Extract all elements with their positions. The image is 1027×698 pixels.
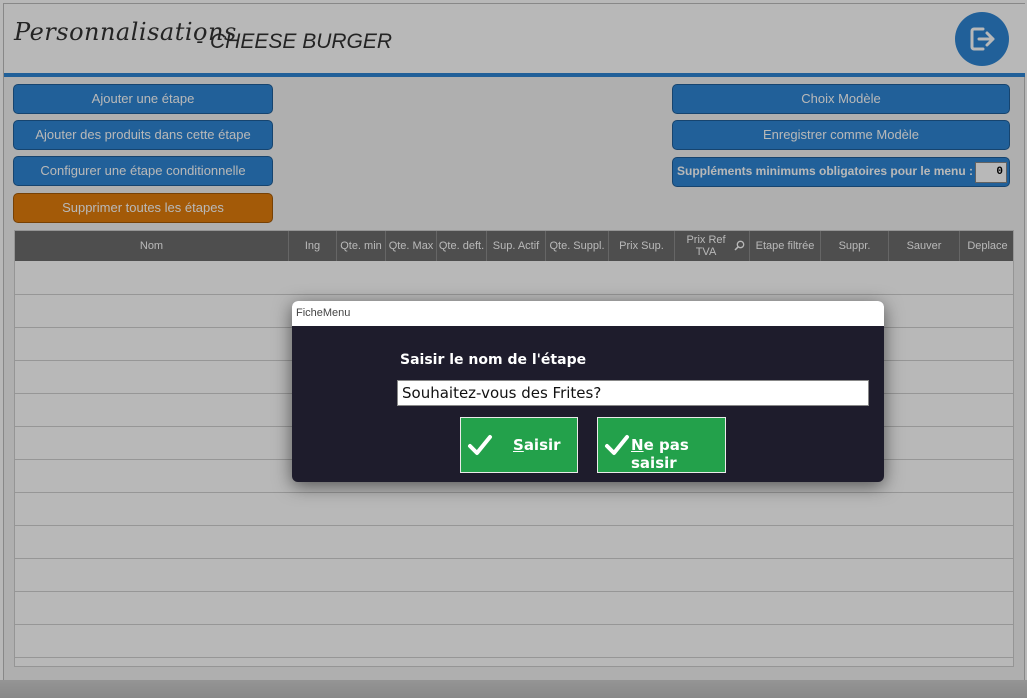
dialog-titlebar[interactable]: FicheMenu [292, 301, 884, 326]
saisir-button[interactable]: Saisir [460, 417, 578, 473]
step-name-input[interactable]: Souhaitez-vous des Frites? [397, 380, 869, 406]
saisir-label: Saisir [513, 436, 561, 454]
ne-pas-saisir-label: Ne pas saisir [631, 436, 689, 472]
checkmark-icon [605, 435, 629, 455]
step-name-dialog: FicheMenu Saisir le nom de l'étape Souha… [292, 301, 884, 482]
dialog-prompt: Saisir le nom de l'étape [400, 352, 587, 368]
dialog-title: FicheMenu [296, 307, 351, 319]
ne-pas-saisir-button[interactable]: Ne pas saisir [597, 417, 726, 473]
checkmark-icon [468, 435, 492, 455]
